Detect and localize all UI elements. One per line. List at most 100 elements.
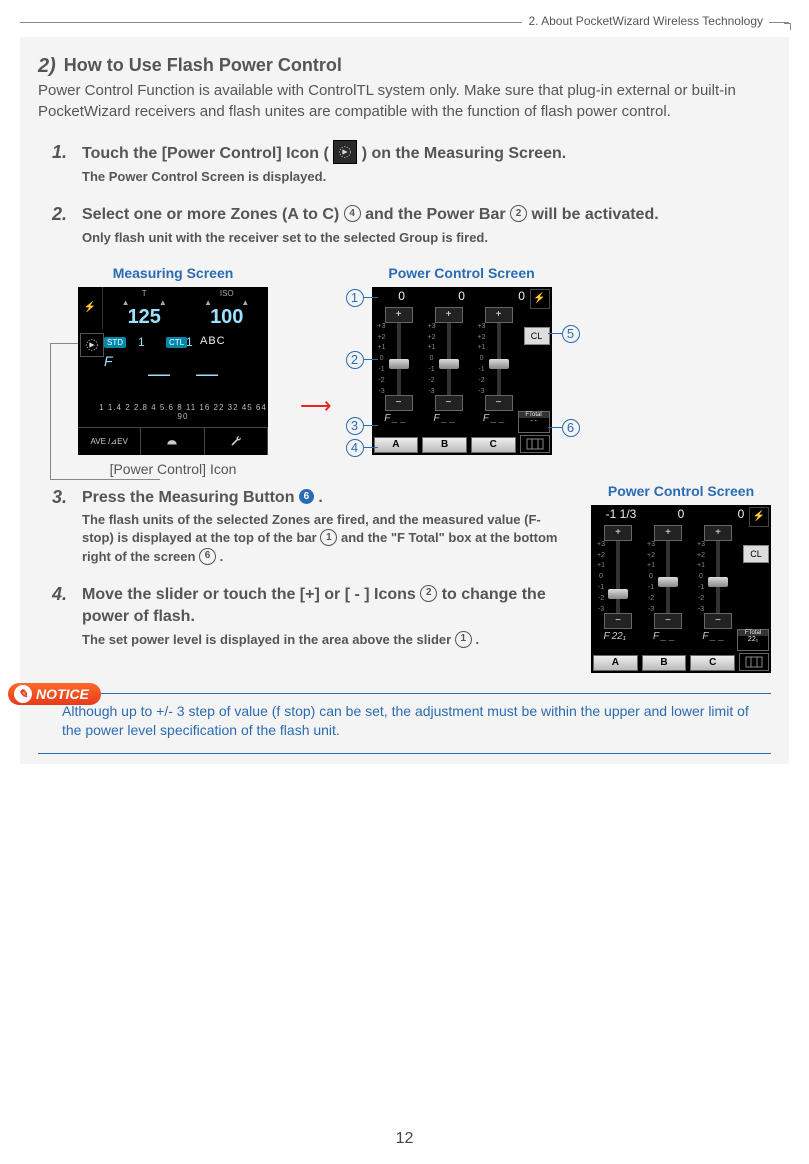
callout-4: 4: [346, 439, 364, 457]
power-control-screen: 0 0 0 ⚡ CL +3+2+10-1-2-3 + −: [372, 287, 552, 455]
callout-3: 3: [346, 417, 364, 435]
pc2-val-a: -1 1/3: [591, 507, 651, 525]
section-title: How to Use Flash Power Control: [64, 55, 342, 76]
page-number: 12: [0, 1130, 809, 1148]
step-2-sub: Only flash unit with the receiver set to…: [82, 229, 771, 247]
minus-icon: −: [654, 613, 682, 629]
step-4-num: 4.: [52, 584, 72, 649]
step-1-num: 1.: [52, 142, 72, 186]
std-badge: STD: [104, 337, 126, 348]
plus-icon: +: [485, 307, 513, 323]
callout-5: 5: [562, 325, 580, 343]
iso-value: 100: [190, 307, 265, 327]
notice-text: Although up to +/- 3 step of value (f st…: [38, 694, 771, 754]
bell-icon: [141, 427, 204, 455]
f-total-box: FTotal - -: [518, 411, 550, 433]
pointer-line: [50, 343, 78, 344]
slider-b: +3+2+10-1-2-3 + −: [643, 525, 693, 629]
abc-label: ABC: [200, 335, 226, 347]
ref-4-icon: 4: [344, 205, 361, 222]
pointer-line: [50, 479, 160, 480]
cl-button: CL: [743, 545, 769, 563]
step-2: 2. Select one or more Zones (A to C) 4 a…: [52, 204, 771, 247]
callout-2: 2: [346, 351, 364, 369]
step-3-num: 3.: [52, 487, 72, 566]
notice-label: NOTICE: [36, 686, 89, 702]
measuring-screen: ⚡ T ▲▲ 125 ISO ▲▲ 100: [78, 287, 268, 455]
one-a: 1: [138, 335, 145, 349]
step-2-num: 2.: [52, 204, 72, 247]
power-control-side-icon: [80, 333, 104, 357]
minus-icon: −: [385, 395, 413, 411]
pencil-icon: ✎: [14, 685, 32, 703]
minus-icon: −: [435, 395, 463, 411]
power-control-caption-2: Power Control Screen: [591, 483, 771, 499]
zone-b: B: [642, 655, 687, 671]
content-area: 2) How to Use Flash Power Control Power …: [20, 37, 789, 764]
step-3-title: Press the Measuring Button 6 .: [82, 487, 571, 509]
step-1-title: Touch the [Power Control] Icon ( ) on th…: [82, 142, 771, 166]
section-number: 2): [38, 55, 56, 78]
wrench-icon: [205, 427, 268, 455]
bolt-icon: ⚡: [530, 289, 550, 309]
ctl-badge: CTL: [166, 337, 187, 348]
pc-icon-caption: [Power Control] Icon: [78, 461, 268, 477]
power-control-screen-2: -1 1/3 0 0 ⚡ CL +3+2+10-1-2-3 + −: [591, 505, 771, 673]
slider-a: +3+2+10-1-2-3 + −: [374, 307, 424, 411]
grid-icon: [739, 653, 769, 671]
step-1: 1. Touch the [Power Control] Icon ( ) on…: [52, 142, 771, 186]
minus-icon: −: [704, 613, 732, 629]
zone-a: A: [593, 655, 638, 671]
pc-val-a: 0: [372, 289, 432, 307]
slider-c: +3+2+10-1-2-3 + −: [474, 307, 524, 411]
f-dashes: — —: [148, 361, 228, 387]
zone-c: C: [471, 437, 516, 453]
plus-icon: +: [654, 525, 682, 541]
measuring-caption: Measuring Screen: [78, 265, 268, 281]
step-4-title: Move the slider or touch the [+] or [ - …: [82, 584, 571, 629]
slider-a: +3+2+10-1-2-3 + −: [593, 525, 643, 629]
step-3: 3. Press the Measuring Button 6 . The fl…: [52, 487, 571, 566]
scale-label: 1 1.4 2 2.8 4 5.6 8 11 16 22 32 45 64 90: [98, 403, 268, 421]
arrow-right-icon: ⟶: [300, 393, 332, 419]
one-b: 1: [186, 335, 193, 349]
ref-2-icon: 2: [420, 585, 437, 602]
step-3-sub: The flash units of the selected Zones ar…: [82, 511, 571, 566]
callout-1: 1: [346, 289, 364, 307]
bolt-icon: ⚡: [78, 287, 103, 329]
ave-cell: AVE /⊿EV: [78, 427, 141, 455]
chapter-text: 2. About PocketWizard Wireless Technolog…: [522, 14, 769, 28]
pc2-val-b: 0: [651, 507, 711, 525]
t-value: 125: [107, 307, 182, 327]
step-2-title: Select one or more Zones (A to C) 4 and …: [82, 204, 771, 226]
power-control-caption: Power Control Screen: [372, 265, 552, 281]
power-control-block-2: Power Control Screen -1 1/3 0 0 ⚡ CL +3+…: [591, 483, 771, 673]
step-4-sub: The set power level is displayed in the …: [82, 631, 571, 649]
plus-icon: +: [385, 307, 413, 323]
minus-icon: −: [485, 395, 513, 411]
ref-1-icon: 1: [455, 631, 472, 648]
step-1-sub: The Power Control Screen is displayed.: [82, 168, 771, 186]
cl-button: CL: [524, 327, 550, 345]
callout-6: 6: [562, 419, 580, 437]
slider-c: +3+2+10-1-2-3 + −: [693, 525, 743, 629]
ref-1-icon: 1: [320, 529, 337, 546]
plus-icon: +: [435, 307, 463, 323]
ref-2-icon: 2: [510, 205, 527, 222]
pc-val-b: 0: [432, 289, 492, 307]
plus-icon: +: [604, 525, 632, 541]
chapter-header: 2. About PocketWizard Wireless Technolog…: [20, 0, 789, 23]
zone-a: A: [374, 437, 419, 453]
zone-c: C: [690, 655, 735, 671]
section-intro: Power Control Function is available with…: [38, 80, 771, 122]
notice-block: ✎ NOTICE Although up to +/- 3 step of va…: [38, 683, 771, 754]
measuring-screen-block: Measuring Screen ⚡ T ▲▲ 125: [78, 265, 268, 477]
step-4: 4. Move the slider or touch the [+] or […: [52, 584, 571, 649]
meas-button-6-icon: 6: [299, 489, 314, 504]
slider-b: +3+2+10-1-2-3 + −: [424, 307, 474, 411]
power-control-block: Power Control Screen 0 0 0 ⚡ CL +3+2+10-…: [372, 265, 552, 455]
grid-icon: [520, 435, 550, 453]
notice-badge: ✎ NOTICE: [8, 683, 101, 705]
minus-icon: −: [604, 613, 632, 629]
plus-icon: +: [704, 525, 732, 541]
